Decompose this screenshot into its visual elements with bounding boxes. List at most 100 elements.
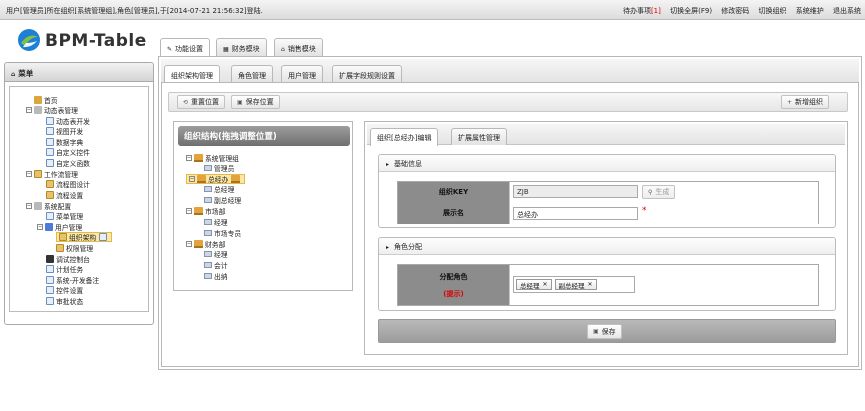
sidebar-item-workflow[interactable]: − 工作流管理	[26, 169, 78, 179]
org-icon	[194, 207, 203, 215]
org-node-marketing-specialist[interactable]: 市场专员	[204, 228, 241, 238]
tab-ext-field-rules[interactable]: 扩展字段规则设置	[332, 65, 402, 83]
sidebar-item-user-mgmt[interactable]: − 用户管理	[37, 222, 82, 232]
collapse-icon[interactable]: −	[26, 107, 32, 113]
sidebar-item-home[interactable]: 首页	[34, 95, 58, 105]
logout-link[interactable]: 退出系统	[833, 7, 861, 15]
sidebar-item-view-dev[interactable]: 视图开发	[46, 126, 83, 136]
role-icon	[204, 219, 212, 225]
flowchart-icon	[46, 180, 54, 188]
save-button[interactable]: ▣ 保存	[587, 324, 622, 339]
role-icon	[204, 230, 212, 236]
org-node-general-office[interactable]: − 总经办	[186, 174, 246, 184]
org-node-deputy-gm[interactable]: 副总经理	[204, 195, 241, 205]
collapse-icon[interactable]: −	[189, 176, 195, 182]
book-icon	[46, 138, 54, 146]
role-tags-input[interactable]: 总经理 ✕ 副总经理 ✕	[513, 276, 635, 293]
sidebar-item-flow-settings[interactable]: 流程设置	[46, 190, 83, 200]
tab-sales-module[interactable]: ⌂ 销售模块	[274, 38, 323, 56]
collapse-icon[interactable]: −	[26, 171, 32, 177]
page-icon	[46, 117, 54, 125]
org-tree-panel: 组织结构(拖拽调整位置) − 系统管理组 管理员 − 总经办 总经理 副总经理 − 市…	[173, 121, 353, 291]
role-icon	[204, 262, 212, 268]
search-icon	[46, 286, 54, 294]
fullscreen-link[interactable]: 切换全屏(F9)	[670, 7, 712, 15]
todo-link[interactable]: 待办事项[1]	[616, 7, 661, 15]
hint-link[interactable]: (提示)	[398, 289, 509, 299]
close-icon[interactable]: ✕	[588, 281, 593, 288]
org-icon	[59, 233, 67, 241]
reset-position-button[interactable]: ⟲ 重置位置	[177, 95, 226, 109]
tab-ext-attr-mgmt[interactable]: 扩展属性管理	[451, 128, 507, 145]
org-edit-panel: 组织[总经办]编辑 扩展属性管理 ▸ 基础信息 组织KEY ZJB ⚲ 生成 展示名…	[364, 121, 848, 355]
org-node-marketing[interactable]: − 市场部	[186, 206, 225, 216]
org-node-cashier[interactable]: 出纳	[204, 271, 228, 281]
edit-icon[interactable]	[231, 175, 241, 183]
sidebar-item-control-settings[interactable]: 控件设置	[46, 285, 83, 295]
org-key-cell: ZJB ⚲ 生成	[510, 182, 818, 203]
collapse-icon[interactable]: −	[186, 155, 192, 161]
switch-org-link[interactable]: 切换组织	[759, 7, 787, 15]
sidebar-item-approval-status[interactable]: 审批状态	[46, 296, 83, 306]
org-key-label: 组织KEY	[398, 182, 510, 203]
sidebar-item-menu-mgmt[interactable]: 菜单管理	[46, 211, 83, 221]
save-position-button[interactable]: ▣ 保存位置	[231, 95, 280, 109]
tab-function-settings[interactable]: ✎ 功能设置	[160, 38, 211, 57]
display-name-input[interactable]: 总经办	[513, 207, 638, 220]
display-name-cell: 总经办 *	[510, 203, 818, 224]
org-node-finance[interactable]: − 财务部	[186, 239, 225, 249]
role-assign-header[interactable]: ▸ 角色分配	[379, 238, 835, 255]
sidebar-item-debug-console[interactable]: 调试控制台	[46, 254, 90, 264]
sidebar-item-scheduled-task[interactable]: 计划任务	[46, 264, 83, 274]
sidebar-item-custom-control[interactable]: 自定义控件	[46, 147, 90, 157]
sidebar-item-custom-function[interactable]: 自定义函数	[46, 158, 90, 168]
org-node-finance-manager[interactable]: 经理	[204, 249, 228, 259]
basic-info-header[interactable]: ▸ 基础信息	[379, 155, 835, 172]
sidebar-item-table-dev[interactable]: 动态表开发	[46, 116, 90, 126]
tab-finance-module[interactable]: ▦ 财务模块	[216, 38, 267, 56]
org-node-admin-role[interactable]: 管理员	[204, 163, 234, 173]
collapse-icon[interactable]: −	[186, 208, 192, 214]
org-node-system-admin[interactable]: − 系统管理组	[186, 153, 239, 163]
sidebar-header: ⌂ 菜单	[5, 63, 153, 82]
org-icon	[197, 175, 206, 183]
edit-tabs: 组织[总经办]编辑 扩展属性管理	[367, 124, 845, 146]
sidebar-item-flow-design[interactable]: 流程图设计	[46, 179, 90, 189]
assign-role-label: 分配角色 (提示)	[398, 265, 510, 305]
org-node-marketing-manager[interactable]: 经理	[204, 217, 228, 227]
sidebar-item-data-dict[interactable]: 数据字典	[46, 137, 83, 147]
tab-role-mgmt[interactable]: 角色管理	[231, 65, 273, 83]
org-node-accountant[interactable]: 会计	[204, 260, 228, 270]
generate-key-button[interactable]: ⚲ 生成	[642, 185, 676, 199]
collapse-icon[interactable]: −	[37, 224, 43, 230]
caret-right-icon: ▸	[386, 244, 390, 251]
tab-org-edit[interactable]: 组织[总经办]编辑	[370, 128, 439, 146]
home-icon: ⌂	[11, 71, 16, 78]
collapse-icon[interactable]: −	[26, 203, 32, 209]
tab-user-mgmt[interactable]: 用户管理	[281, 65, 323, 83]
sidebar-item-system-config[interactable]: − 系统配置	[26, 201, 71, 211]
role-icon	[204, 197, 212, 203]
role-icon	[204, 186, 212, 192]
permission-icon	[56, 244, 64, 252]
logo-text: BPM-Table	[45, 31, 147, 51]
sidebar-item-dev-notes[interactable]: 系统-开发备注	[46, 275, 99, 285]
basic-info-form: 组织KEY ZJB ⚲ 生成 展示名 总经办 *	[397, 181, 819, 224]
role-icon	[204, 273, 212, 279]
sidebar-item-org-structure[interactable]: 组织架构	[56, 232, 113, 242]
display-name-row: 展示名 总经办 *	[398, 203, 818, 224]
sidebar-item-dynamic-table[interactable]: − 动态表管理	[26, 105, 78, 115]
org-node-gm[interactable]: 总经理	[204, 184, 234, 194]
status-icon	[46, 297, 54, 305]
org-key-input[interactable]: ZJB	[513, 185, 638, 198]
workflow-icon	[34, 170, 42, 178]
close-icon[interactable]: ✕	[543, 281, 548, 288]
collapse-icon[interactable]: −	[186, 241, 192, 247]
add-org-button[interactable]: + 新增组织	[781, 95, 830, 109]
system-maintenance-link[interactable]: 系统维护	[796, 7, 824, 15]
org-toolbar: ⟲ 重置位置 ▣ 保存位置 + 新增组织	[168, 92, 848, 112]
menu-icon	[46, 212, 54, 220]
sidebar-title: 菜单	[18, 69, 34, 78]
sidebar-item-permission[interactable]: 权限管理	[56, 243, 93, 253]
change-password-link[interactable]: 修改密码	[721, 7, 749, 15]
